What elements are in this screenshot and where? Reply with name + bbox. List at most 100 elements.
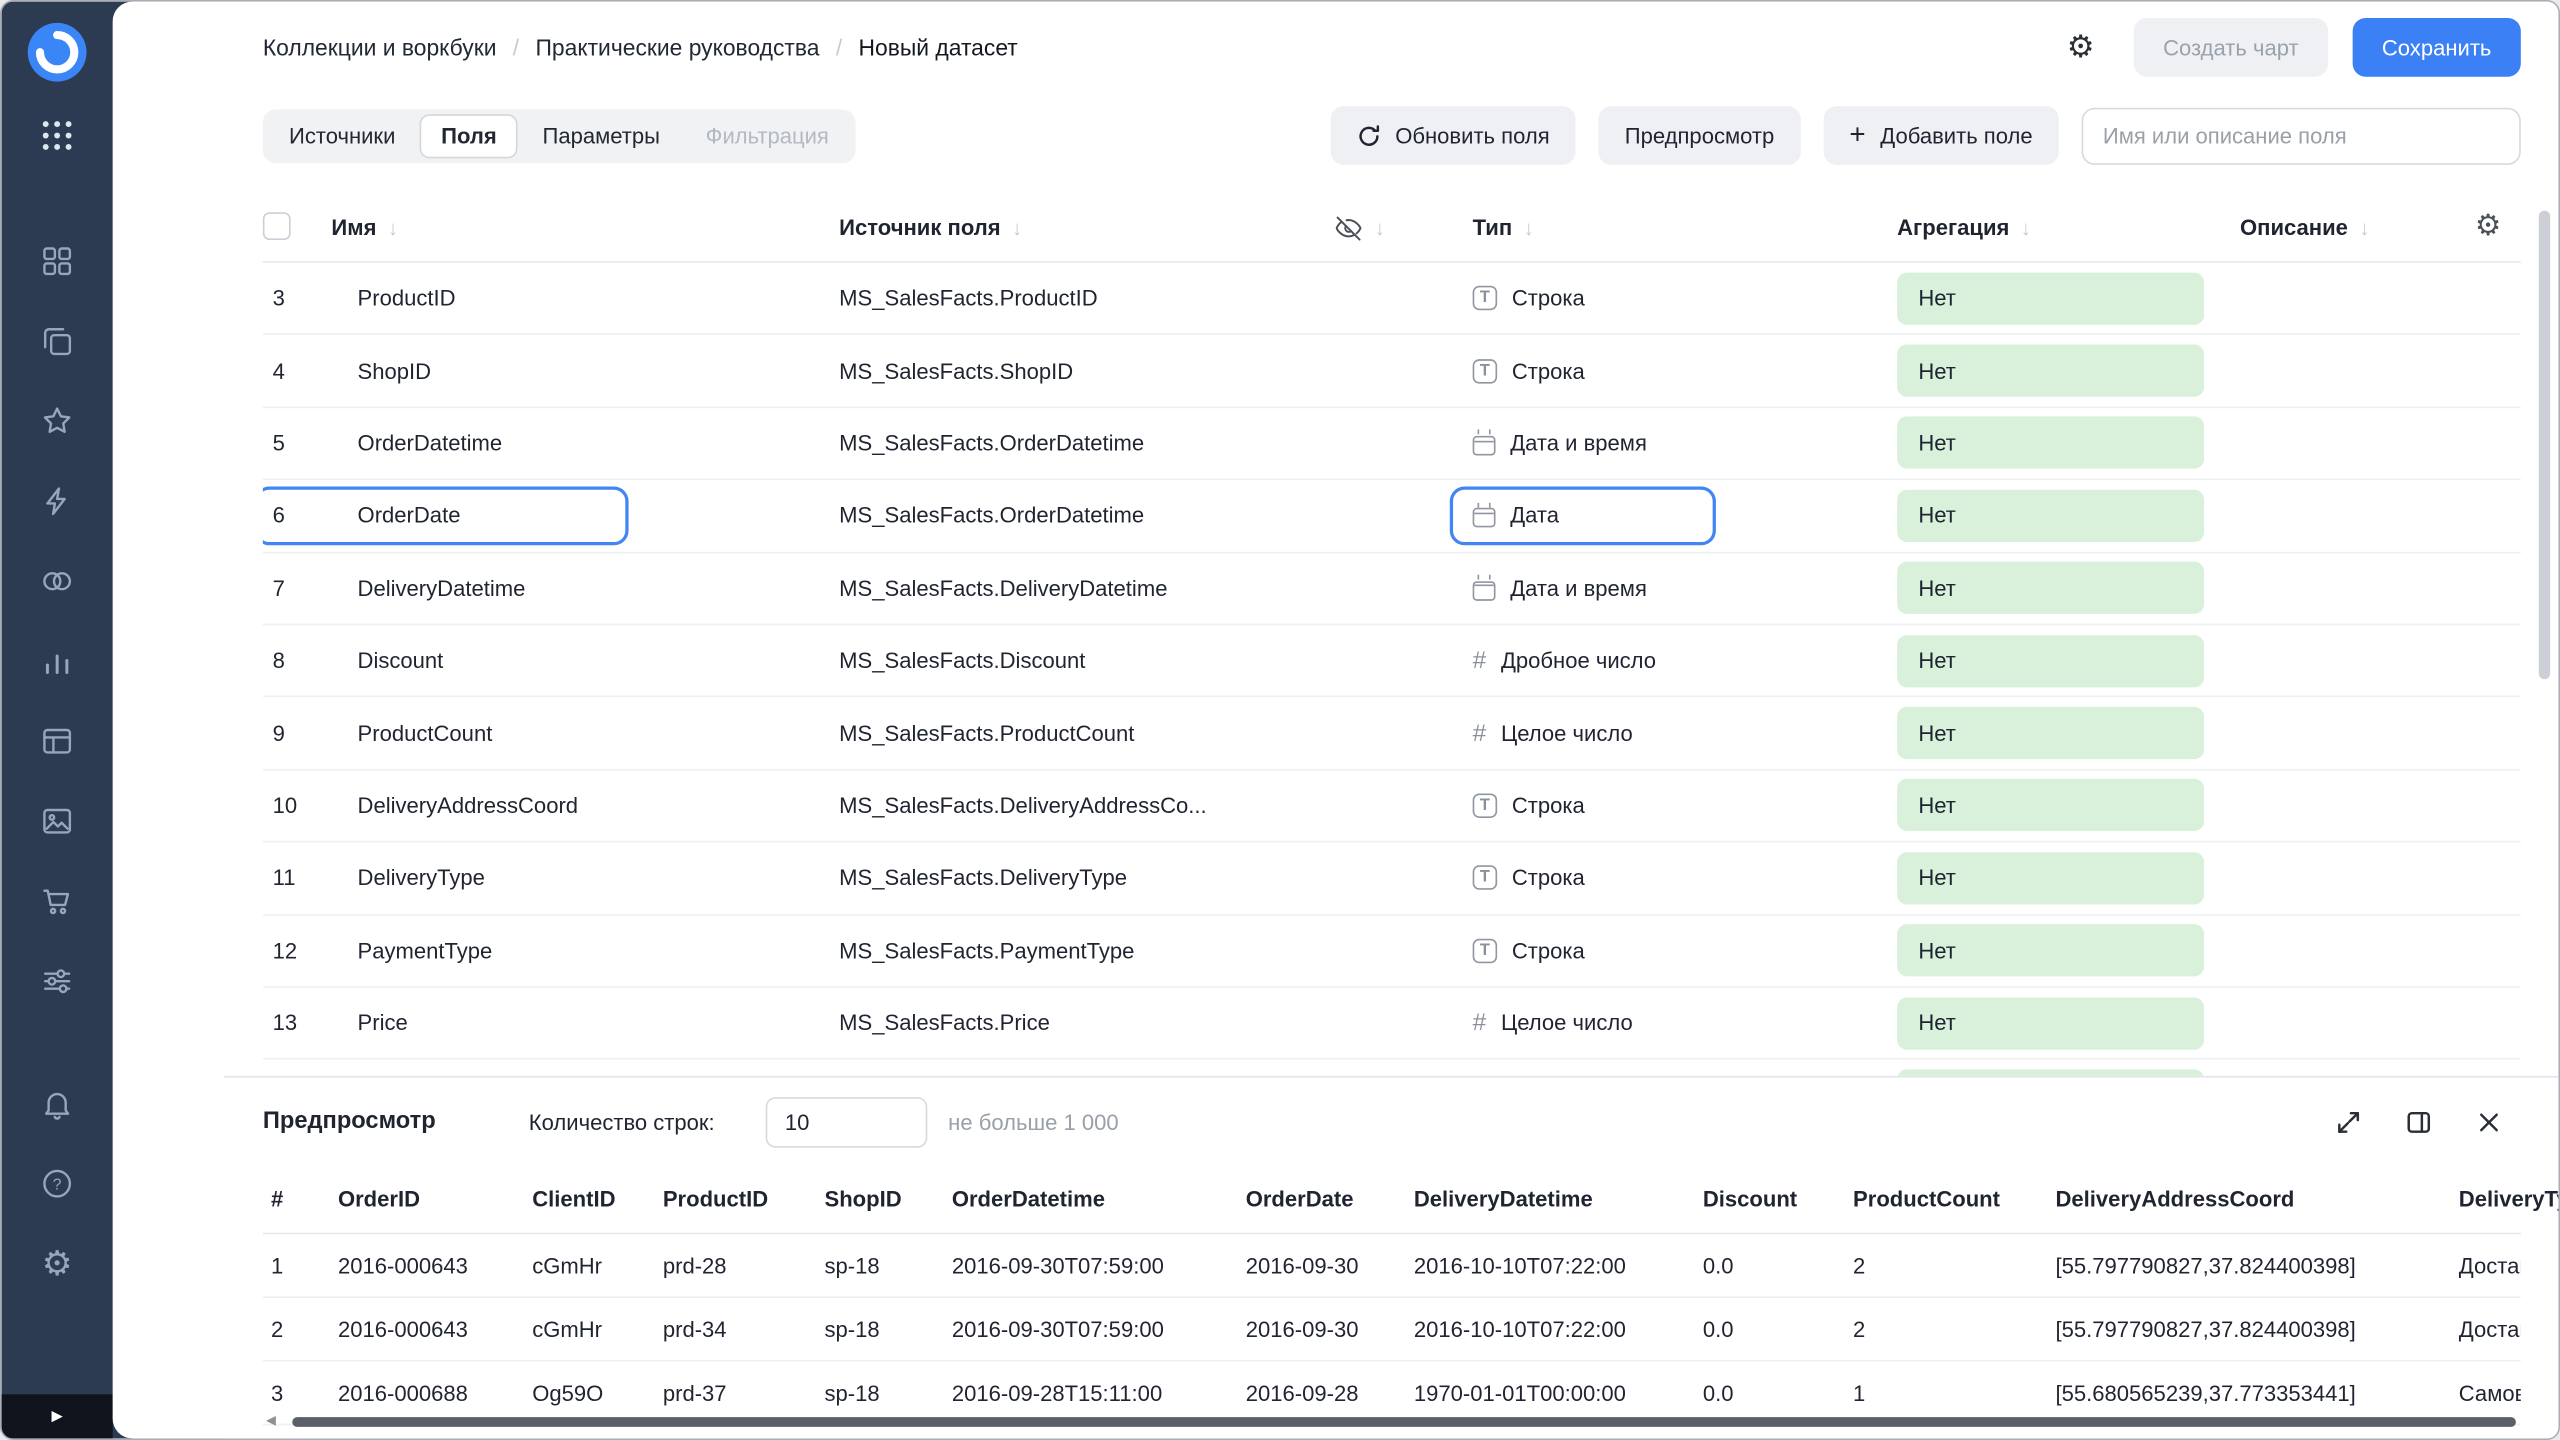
preview-toggle-button[interactable]: Предпросмотр bbox=[1599, 106, 1801, 165]
aggregation-badge: Нет bbox=[1897, 345, 2204, 397]
field-name[interactable]: ShopID bbox=[358, 358, 840, 382]
field-row[interactable]: 5 OrderDatetime MS_SalesFacts.OrderDatet… bbox=[263, 408, 2521, 480]
field-type[interactable]: Строка bbox=[1473, 793, 1897, 817]
favorites-star-icon[interactable] bbox=[39, 403, 75, 439]
tables-icon[interactable] bbox=[39, 723, 75, 759]
field-aggregation[interactable]: Нет bbox=[1897, 345, 2240, 397]
select-all-checkbox[interactable] bbox=[263, 211, 291, 239]
field-name[interactable]: ProductID bbox=[358, 286, 840, 310]
preview-split-view-button[interactable] bbox=[2402, 1105, 2435, 1138]
tab[interactable]: Поля bbox=[420, 113, 518, 157]
field-row[interactable]: 6 OrderDate MS_SalesFacts.OrderDatetime … bbox=[263, 480, 2521, 552]
charts-icon[interactable] bbox=[39, 643, 75, 679]
field-name[interactable]: Price bbox=[358, 1011, 840, 1035]
field-type[interactable]: Целое число bbox=[1473, 719, 1897, 747]
field-name[interactable]: DeliveryDatetime bbox=[358, 576, 840, 600]
column-header-source[interactable]: Источник поля bbox=[839, 216, 1334, 240]
marketplace-cart-icon[interactable] bbox=[39, 883, 75, 919]
field-aggregation[interactable]: Нет bbox=[1897, 562, 2240, 614]
field-aggregation[interactable]: Нет bbox=[1897, 272, 2240, 324]
help-icon[interactable]: ? bbox=[39, 1166, 75, 1202]
field-name[interactable]: OrderDate bbox=[358, 503, 840, 527]
field-type[interactable]: Строка bbox=[1473, 358, 1897, 382]
quick-actions-lightning-icon[interactable] bbox=[39, 483, 75, 519]
field-row[interactable]: 8 Discount MS_SalesFacts.Discount Дробно… bbox=[263, 625, 2521, 697]
preview-panel: Предпросмотр Количество строк: не больше… bbox=[224, 1076, 2559, 1438]
field-aggregation[interactable]: Нет bbox=[1897, 997, 2240, 1049]
field-row[interactable]: 3 ProductID MS_SalesFacts.ProductID Стро… bbox=[263, 263, 2521, 335]
field-name[interactable]: Discount bbox=[358, 648, 840, 672]
workbooks-icon[interactable] bbox=[39, 323, 75, 359]
sidebar-nav bbox=[2, 243, 113, 999]
field-name[interactable]: DeliveryType bbox=[358, 866, 840, 890]
field-name[interactable]: OrderDatetime bbox=[358, 431, 840, 455]
settings-gear-icon[interactable]: ⚙ bbox=[39, 1246, 75, 1282]
field-type[interactable]: Целое число bbox=[1473, 1009, 1897, 1037]
field-aggregation[interactable]: Нет bbox=[1897, 707, 2240, 759]
field-aggregation[interactable]: Нет bbox=[1897, 490, 2240, 542]
field-type[interactable]: Дата и время bbox=[1473, 431, 1897, 455]
media-icon[interactable] bbox=[39, 803, 75, 839]
field-aggregation[interactable]: Нет bbox=[1897, 779, 2240, 831]
save-button[interactable]: Сохранить bbox=[2352, 18, 2520, 77]
row-count-input[interactable] bbox=[765, 1096, 927, 1147]
preview-close-button[interactable] bbox=[2472, 1105, 2505, 1138]
add-field-button[interactable]: + Добавить поле bbox=[1823, 106, 2059, 165]
field-row[interactable]: 10 DeliveryAddressCoord MS_SalesFacts.De… bbox=[263, 770, 2521, 842]
field-type[interactable]: Дата bbox=[1473, 503, 1897, 527]
field-row[interactable]: 13 Price MS_SalesFacts.Price Целое число… bbox=[263, 988, 2521, 1060]
field-search-input[interactable] bbox=[2082, 107, 2521, 164]
tab[interactable]: Фильтрация bbox=[684, 113, 850, 157]
preview-expand-button[interactable] bbox=[2331, 1105, 2364, 1138]
field-row[interactable]: 11 DeliveryType MS_SalesFacts.DeliveryTy… bbox=[263, 843, 2521, 915]
row-count-label: Количество строк: bbox=[529, 1109, 715, 1133]
dataset-settings-gear-icon[interactable]: ⚙ bbox=[2067, 32, 2095, 63]
column-header-name[interactable]: Имя bbox=[331, 216, 839, 240]
field-aggregation[interactable]: Нет bbox=[1897, 924, 2240, 976]
column-header-type[interactable]: Тип bbox=[1473, 216, 1897, 240]
field-row[interactable]: 4 ShopID MS_SalesFacts.ShopID Строка Нет bbox=[263, 335, 2521, 407]
expand-panel-button[interactable]: ▶ bbox=[2, 1394, 113, 1438]
scroll-left-arrow-icon[interactable]: ◄ bbox=[263, 1414, 279, 1430]
connections-icon[interactable] bbox=[39, 563, 75, 599]
field-type[interactable]: Строка bbox=[1473, 286, 1897, 310]
create-chart-button[interactable]: Создать чарт bbox=[2134, 18, 2328, 77]
datalens-logo-icon[interactable] bbox=[26, 21, 88, 83]
field-aggregation[interactable]: Нет bbox=[1897, 417, 2240, 469]
preview-column-header: ClientID bbox=[532, 1187, 663, 1211]
fields-vertical-scrollbar[interactable] bbox=[2539, 211, 2550, 680]
table-settings-gear-icon[interactable]: ⚙ bbox=[2475, 211, 2501, 240]
preview-horizontal-scrollbar[interactable] bbox=[292, 1417, 2516, 1427]
column-header-aggregation[interactable]: Агрегация bbox=[1897, 216, 2240, 240]
aggregation-badge: Нет bbox=[1897, 997, 2204, 1049]
refresh-fields-button[interactable]: Обновить поля bbox=[1330, 106, 1576, 165]
collections-icon[interactable] bbox=[39, 243, 75, 279]
tab[interactable]: Параметры bbox=[521, 113, 681, 157]
field-source: MS_SalesFacts.ProductID bbox=[839, 286, 1472, 310]
breadcrumb-guides[interactable]: Практические руководства bbox=[535, 34, 819, 60]
field-type[interactable]: Строка bbox=[1473, 938, 1897, 962]
field-aggregation[interactable]: Нет bbox=[1897, 852, 2240, 904]
breadcrumb-collections[interactable]: Коллекции и воркбуки bbox=[263, 34, 497, 60]
field-type[interactable]: Дробное число bbox=[1473, 647, 1897, 675]
field-row[interactable]: 9 ProductCount MS_SalesFacts.ProductCoun… bbox=[263, 698, 2521, 770]
preview-row: 3 2016-000688 Og59O prd-37 sp-18 2016-09… bbox=[263, 1362, 2521, 1426]
field-type[interactable]: Строка bbox=[1473, 866, 1897, 890]
plus-icon: + bbox=[1849, 121, 1865, 149]
apps-grid-icon[interactable] bbox=[41, 119, 74, 160]
toolbar-actions: Обновить поля Предпросмотр + Добавить по… bbox=[1330, 106, 2521, 165]
field-aggregation[interactable]: Нет bbox=[1897, 635, 2240, 687]
notifications-bell-icon[interactable] bbox=[39, 1086, 75, 1122]
column-header-hidden[interactable] bbox=[1334, 213, 1473, 242]
tab[interactable]: Источники bbox=[268, 113, 417, 157]
field-row[interactable]: 7 DeliveryDatetime MS_SalesFacts.Deliver… bbox=[263, 553, 2521, 625]
dataset-editor-window: ? ⚙ ▶ Коллекции и воркбуки / Практически… bbox=[0, 0, 2560, 1440]
field-name[interactable]: ProductCount bbox=[358, 721, 840, 745]
field-name[interactable]: DeliveryAddressCoord bbox=[358, 793, 840, 817]
field-name[interactable]: PaymentType bbox=[358, 938, 840, 962]
field-type[interactable]: Дата и время bbox=[1473, 576, 1897, 600]
service-settings-sliders-icon[interactable] bbox=[39, 963, 75, 999]
field-source: MS_SalesFacts.OrderDatetime bbox=[839, 431, 1472, 455]
field-row[interactable]: 12 PaymentType MS_SalesFacts.PaymentType… bbox=[263, 915, 2521, 987]
field-type-icon bbox=[1473, 358, 1497, 382]
